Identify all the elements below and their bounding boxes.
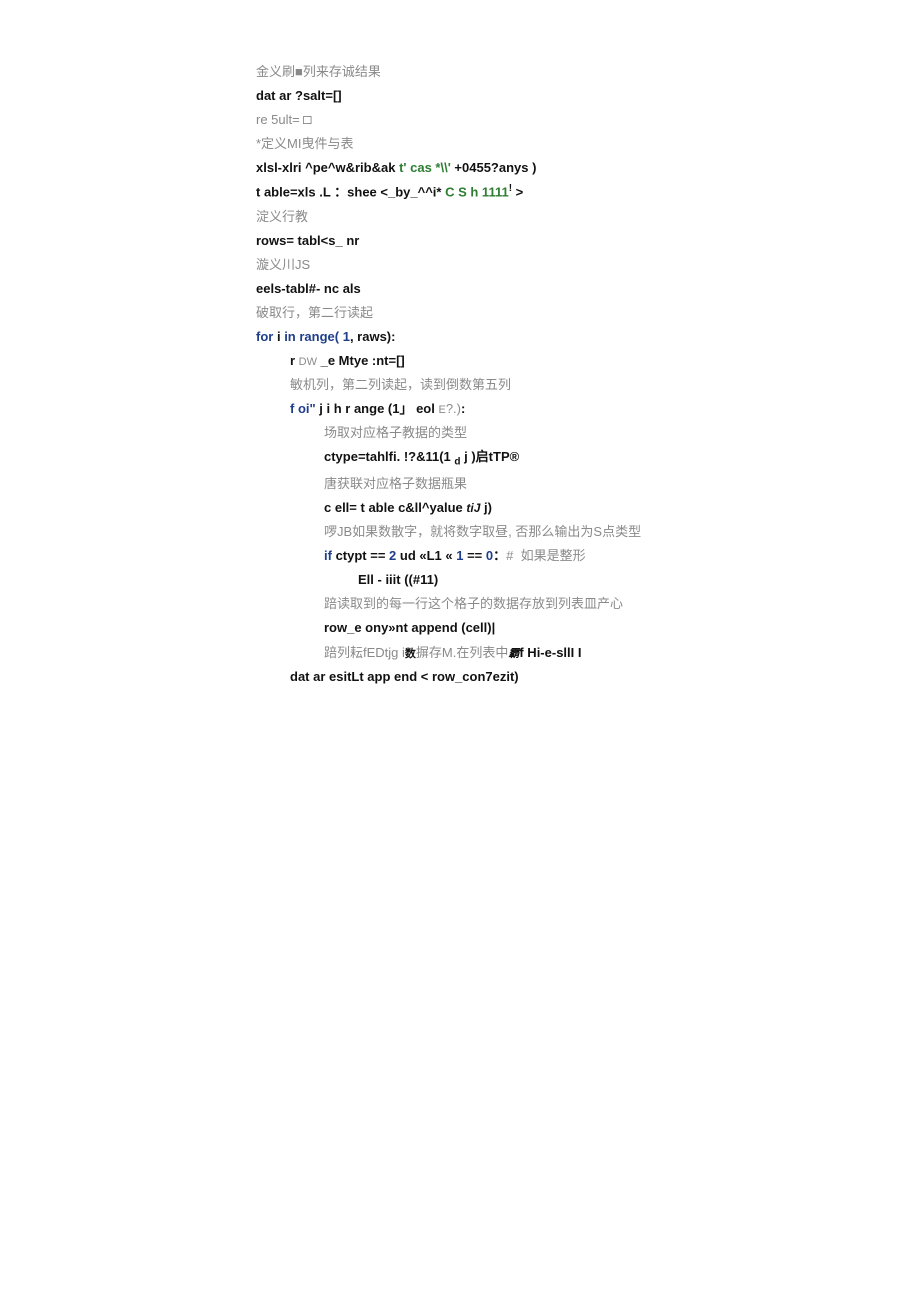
code-text: ctypt == <box>332 548 389 563</box>
string-literal: t' cas *\\' <box>399 160 451 175</box>
comment-text: f Hi-e-sllI I <box>519 645 581 660</box>
code-text: +0455?anys ) <box>451 160 537 175</box>
code-line: r DW _e Mtye :nt=[] <box>256 349 676 373</box>
number-literal: 1 <box>343 329 350 344</box>
comment-line: 啰JB如果数散字，就将数字取昼, 否那么输出为S点类型 <box>256 520 676 544</box>
code-text: xlsl-xlri ^pe^w&rib&ak <box>256 160 399 175</box>
code-text: tiJ <box>466 501 480 515</box>
code-line: xlsl-xlri ^pe^w&rib&ak t' cas *\\' +0455… <box>256 156 676 180</box>
string-literal: C S h 1111 <box>445 185 509 200</box>
code-line: dat ar esitLt app end < row_con7ezit) <box>256 665 676 689</box>
keyword: in <box>284 329 296 344</box>
code-block: 金义刷■列来存诚结果 dat ar ?salt=[] re 5ult= □ *定… <box>256 60 676 689</box>
code-text: == <box>463 548 485 563</box>
code-line: t able=xls .L ：shee <_by_^^i* C S h 1111… <box>256 180 676 204</box>
comment-text: 霸 <box>508 648 519 660</box>
code-line: dat ar ?salt=[] <box>256 84 676 108</box>
code-line: if ctypt == 2 ud «L1 « 1 == 0：# 如果是整形 <box>256 544 676 568</box>
code-text: dat ar ?salt=[] <box>256 88 342 103</box>
comment-line: 踣读取到的每一行这个格子的数据存放到列表皿产心 <box>256 592 676 616</box>
code-text: c ell= t able c&ll^yalue <box>324 500 466 515</box>
code-line: f oi" j i h r ange (1」 eol E?.): <box>256 397 676 421</box>
comment-line: 金义刷■列来存诚结果 <box>256 60 676 84</box>
code-text: : <box>461 401 465 416</box>
code-line: re 5ult= □ <box>256 108 676 132</box>
code-line: c ell= t able c&ll^yalue tiJ j) <box>256 496 676 520</box>
keyword: f oi" <box>290 401 316 416</box>
code-text: , raws): <box>350 329 396 344</box>
code-line: Ell - iiit ((#11) <box>256 568 676 592</box>
code-text: ctype=tahlfi. !?&11(1 <box>324 449 454 464</box>
box-glyph: □ <box>300 112 311 127</box>
code-text: ： <box>493 548 506 563</box>
comment-line: *定义MI曳件与表 <box>256 132 676 156</box>
code-text: ud «L1 « <box>396 548 456 563</box>
code-text: ?.) <box>446 401 461 416</box>
comment-text: 摒存M.在列表中 <box>416 645 508 660</box>
comment-line: 场取对应格子教据的类型 <box>256 421 676 445</box>
code-text: E <box>438 404 445 416</box>
code-line: eels-tabl#- nc als <box>256 277 676 301</box>
code-text: j )启tTP® <box>461 449 520 464</box>
code-line: row_e ony»nt append (cell)| <box>256 616 676 640</box>
inline-comment: # 如果是整形 <box>506 548 585 563</box>
comment-line: 漩义川JS <box>256 253 676 277</box>
code-text: > <box>512 185 523 200</box>
comment-line: 唐获联对应格子数据瓶果 <box>256 472 676 496</box>
comment-line: 敏机列，第二列读起，读到倒数第五列 <box>256 373 676 397</box>
code-line: ctype=tahlfi. !?&11(1 d j )启tTP® <box>256 445 676 472</box>
code-text: i <box>273 329 284 344</box>
code-text: DW <box>299 356 317 368</box>
code-text: _e Mtye :nt=[] <box>317 353 405 368</box>
code-text: t able=xls .L ：shee <_by_^^i* <box>256 185 445 200</box>
keyword: if <box>324 548 332 563</box>
code-line: rows= tabl<s_ nr <box>256 229 676 253</box>
code-text: j) <box>480 500 492 515</box>
code-text: j i h r ange (1」 eol <box>316 401 439 416</box>
comment-line: 淀义行教 <box>256 205 676 229</box>
keyword: for <box>256 329 273 344</box>
comment-text: 数 <box>405 648 416 660</box>
keyword: range( <box>296 329 343 344</box>
comment-line: 踣列耘fEDtjg i数摒存M.在列表中霸f Hi-e-sllI I <box>256 641 676 665</box>
comment-line: 破取行，第二行读起 <box>256 301 676 325</box>
code-line: for i in range( 1, raws): <box>256 325 676 349</box>
code-text: re 5ult= <box>256 112 300 127</box>
code-text: r <box>290 353 299 368</box>
comment-text: 踣列耘fEDtjg i <box>324 645 405 660</box>
